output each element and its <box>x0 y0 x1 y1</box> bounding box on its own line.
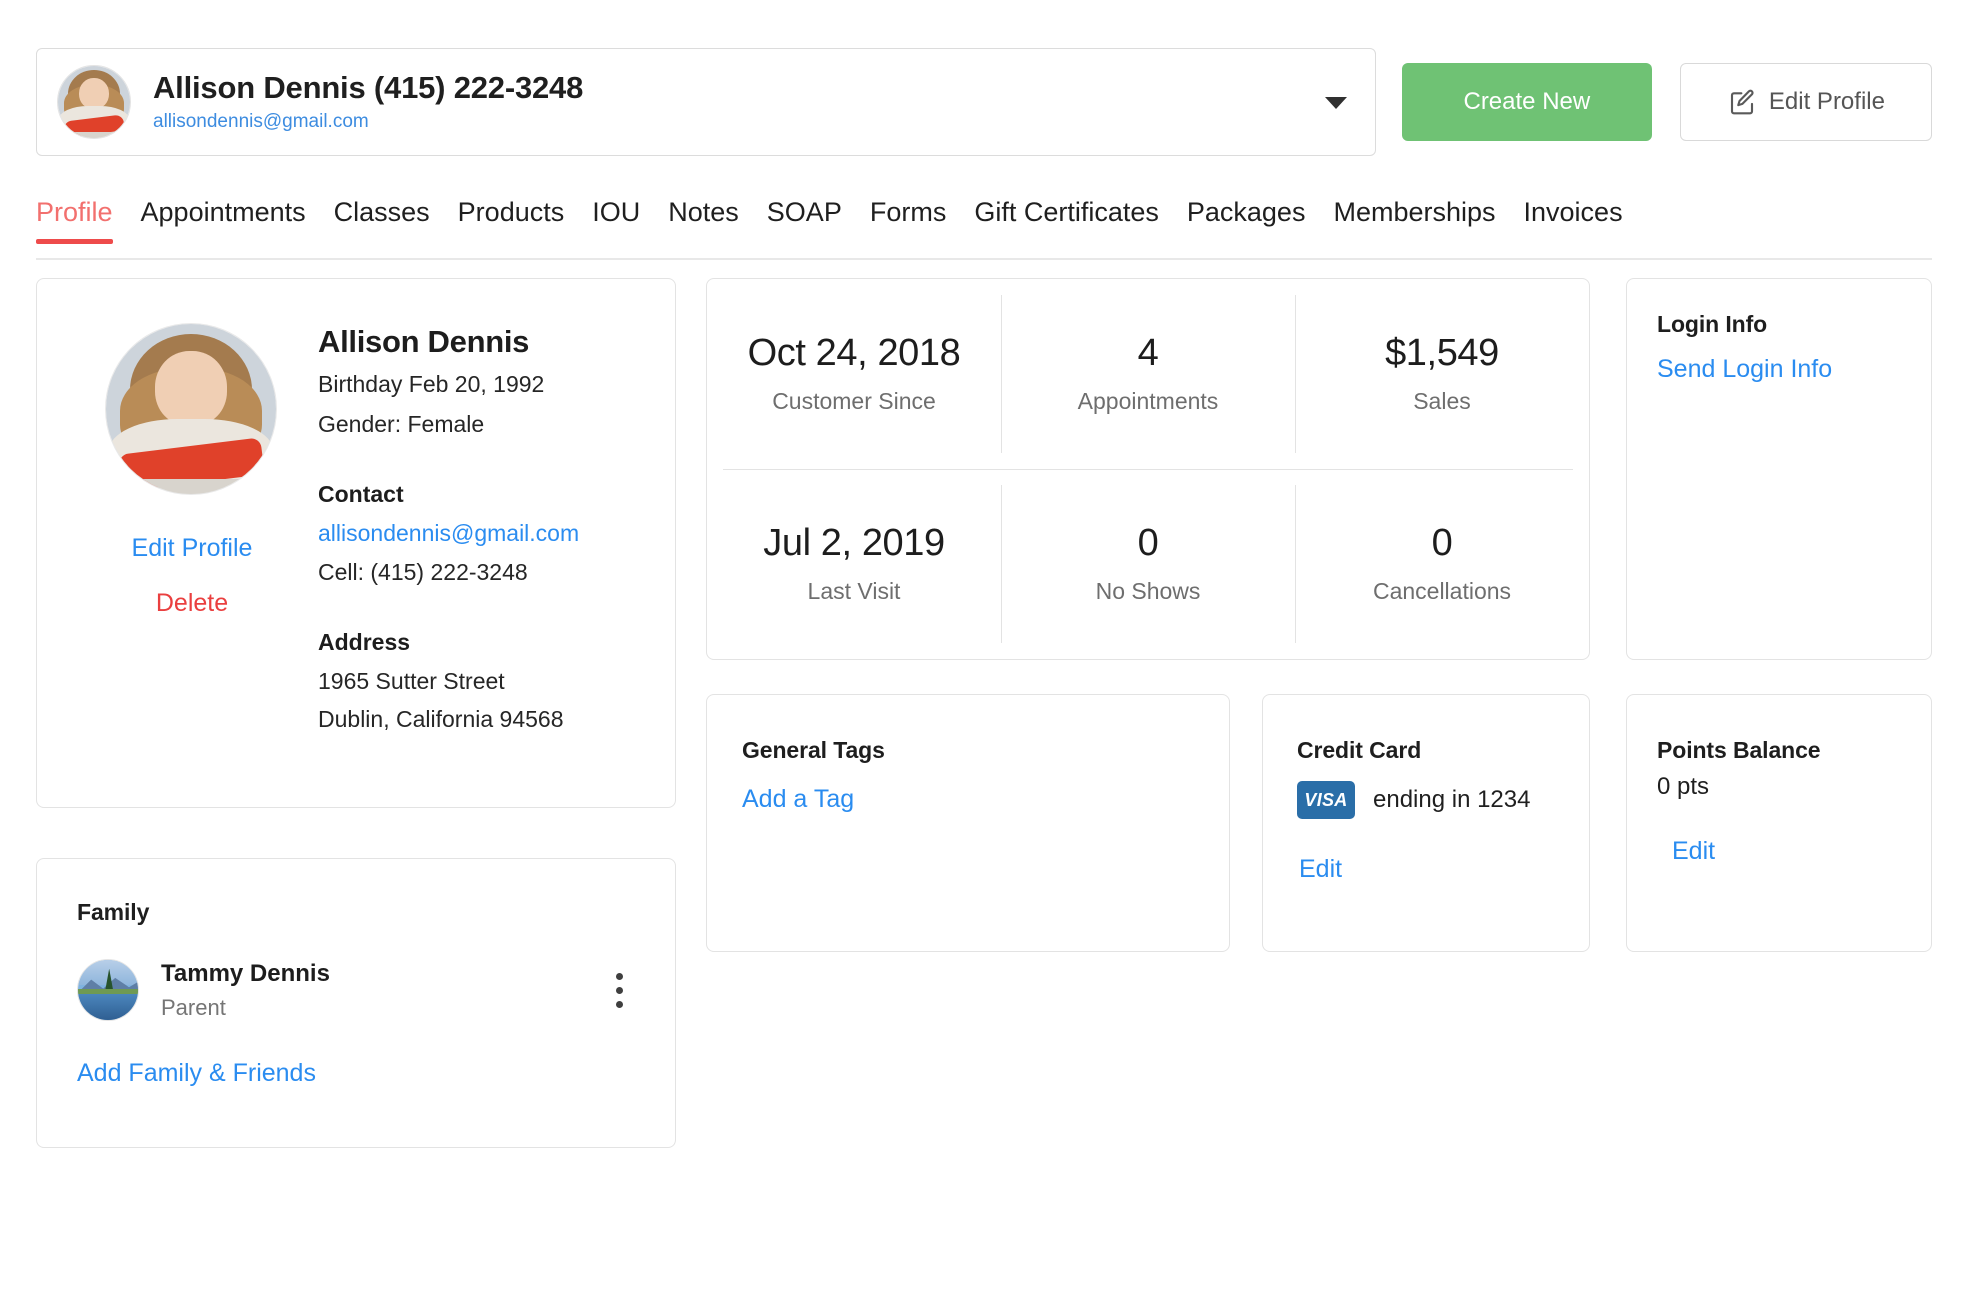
stat-appointments: 4 Appointments <box>1001 279 1295 469</box>
kebab-menu-icon[interactable] <box>601 963 637 1017</box>
stat-label: Sales <box>1413 388 1471 415</box>
stat-value: Oct 24, 2018 <box>747 332 961 375</box>
address-heading: Address <box>318 628 411 655</box>
tab-iou[interactable]: IOU <box>592 197 640 242</box>
tab-appointments[interactable]: Appointments <box>141 197 306 242</box>
visa-icon: VISA <box>1297 781 1355 819</box>
stat-customer-since: Oct 24, 2018 Customer Since <box>707 279 1001 469</box>
address-line-1: 1965 Sutter Street <box>318 667 505 694</box>
create-new-button[interactable]: Create New <box>1401 63 1652 141</box>
profile-gender: Gender: Female <box>318 411 485 438</box>
tab-soap[interactable]: SOAP <box>767 197 842 242</box>
page-header: Allison Dennis (415) 222-3248 allisonden… <box>36 48 1932 156</box>
credit-card-card: Credit Card VISA ending in 1234 Edit <box>1262 694 1590 952</box>
stat-label: Appointments <box>1077 388 1219 415</box>
stat-value: 0 <box>1431 522 1453 565</box>
contact-email[interactable]: allisondennis@gmail.com <box>318 519 579 549</box>
stat-value: 4 <box>1137 332 1159 375</box>
profile-avatar <box>105 323 277 495</box>
profile-delete-link[interactable]: Delete <box>97 589 287 618</box>
tab-classes[interactable]: Classes <box>334 197 430 242</box>
credit-card-title: Credit Card <box>1297 737 1422 763</box>
header-avatar <box>57 65 131 139</box>
stat-label: No Shows <box>1095 578 1201 605</box>
general-tags-card: General Tags Add a Tag <box>706 694 1230 952</box>
add-family-friends-link[interactable]: Add Family & Friends <box>77 1059 316 1088</box>
portrait-illustration <box>58 66 130 138</box>
tab-profile[interactable]: Profile <box>36 197 113 244</box>
tab-products[interactable]: Products <box>458 197 565 242</box>
profile-details-card: Edit Profile Delete Allison Dennis Birth… <box>36 278 676 808</box>
customer-stats-card: Oct 24, 2018 Customer Since 4 Appointmen… <box>706 278 1590 660</box>
stat-value: $1,549 <box>1385 332 1499 375</box>
customer-selector[interactable]: Allison Dennis (415) 222-3248 allisonden… <box>36 48 1376 156</box>
family-card: Family Tammy Dennis Parent Add Family & … <box>36 858 676 1148</box>
family-card-title: Family <box>77 899 150 925</box>
stats-divider <box>723 469 1573 470</box>
chevron-down-icon[interactable] <box>1324 97 1347 109</box>
profile-edit-link[interactable]: Edit Profile <box>97 534 287 563</box>
stat-sales: $1,549 Sales <box>1295 279 1589 469</box>
tab-gift-certificates[interactable]: Gift Certificates <box>974 197 1159 242</box>
pencil-square-icon <box>1727 87 1757 117</box>
edit-profile-button-label: Edit Profile <box>1768 88 1885 115</box>
general-tags-title: General Tags <box>742 737 885 763</box>
family-member-meta: Tammy Dennis Parent <box>161 959 330 1022</box>
profile-info: Allison Dennis Birthday Feb 20, 1992 Gen… <box>318 323 579 735</box>
stat-value: 0 <box>1137 522 1159 565</box>
address-line-2: Dublin, California 94568 <box>318 706 564 733</box>
customer-profile-page: Allison Dennis (415) 222-3248 allisonden… <box>0 0 1968 1309</box>
credit-card-edit-link[interactable]: Edit <box>1299 855 1342 884</box>
profile-actions: Edit Profile Delete <box>97 534 287 618</box>
login-info-card: Login Info Send Login Info <box>1626 278 1932 660</box>
points-balance-title: Points Balance <box>1657 737 1821 763</box>
stat-label: Cancellations <box>1372 578 1512 605</box>
family-member-name: Tammy Dennis <box>161 960 330 987</box>
credit-card-ending: ending in 1234 <box>1373 786 1531 813</box>
login-info-title: Login Info <box>1657 311 1768 337</box>
edit-profile-button[interactable]: Edit Profile <box>1679 63 1932 141</box>
family-member-relationship: Parent <box>161 995 226 1020</box>
stat-label: Customer Since <box>772 388 936 415</box>
profile-name: Allison Dennis <box>318 324 530 359</box>
tab-forms[interactable]: Forms <box>870 197 947 242</box>
header-customer-text: Allison Dennis (415) 222-3248 allisonden… <box>153 70 583 134</box>
landscape-photo-illustration <box>78 960 138 1021</box>
add-a-tag-link[interactable]: Add a Tag <box>742 785 854 814</box>
family-member-row[interactable]: Tammy Dennis Parent <box>77 959 637 1022</box>
tab-packages[interactable]: Packages <box>1187 197 1306 242</box>
points-balance-value: 0 pts <box>1657 773 1710 800</box>
stat-last-visit: Jul 2, 2019 Last Visit <box>707 469 1001 659</box>
stat-label: Last Visit <box>807 578 901 605</box>
profile-tab-bar: Profile Appointments Classes Products IO… <box>36 197 1932 260</box>
tab-invoices[interactable]: Invoices <box>1524 197 1623 242</box>
credit-card-row: VISA ending in 1234 <box>1297 781 1530 819</box>
stat-cancellations: 0 Cancellations <box>1295 469 1589 659</box>
header-customer-name: Allison Dennis (415) 222-3248 <box>153 69 584 105</box>
send-login-info-link[interactable]: Send Login Info <box>1657 355 1832 384</box>
profile-birthday: Birthday Feb 20, 1992 <box>318 371 545 398</box>
tab-notes[interactable]: Notes <box>668 197 739 242</box>
points-balance-edit-link[interactable]: Edit <box>1672 837 1715 866</box>
stat-no-shows: 0 No Shows <box>1001 469 1295 659</box>
stat-value: Jul 2, 2019 <box>763 522 945 565</box>
contact-heading: Contact <box>318 480 404 507</box>
family-member-avatar <box>77 959 139 1022</box>
tab-memberships[interactable]: Memberships <box>1333 197 1495 242</box>
points-balance-card: Points Balance 0 pts Edit <box>1626 694 1932 952</box>
header-customer-email[interactable]: allisondennis@gmail.com <box>153 111 583 134</box>
portrait-illustration <box>106 324 276 494</box>
contact-cell: Cell: (415) 222-3248 <box>318 558 528 585</box>
